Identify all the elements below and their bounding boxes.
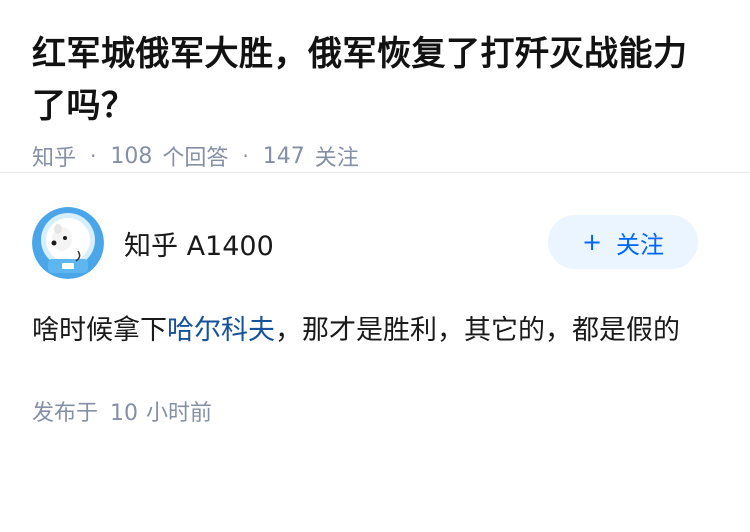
author-name[interactable]: 知乎 A1400 (124, 224, 274, 263)
content-text-after: ，那才是胜利，其它的，都是假的 (275, 315, 680, 346)
answer-content: 啥时候拿下哈尔科夫，那才是胜利，其它的，都是假的 (32, 307, 712, 355)
content-text-before: 啥时候拿下 (32, 315, 167, 346)
posted-value: 10 (110, 401, 139, 426)
follower-count-label: 关注 (314, 146, 359, 171)
posted-unit: 小时前 (146, 401, 213, 426)
meta-separator: · (90, 144, 97, 168)
question-title[interactable]: 红军城俄军大胜，俄军恢复了打歼灭战能力了吗？ (32, 28, 718, 132)
follow-button[interactable]: + 关注 (548, 215, 698, 269)
avatar[interactable] (32, 207, 104, 279)
plus-icon: + (581, 228, 603, 256)
meta-separator: · (242, 144, 249, 168)
follower-count: 147 (262, 143, 305, 169)
posted-label: 发布于 (32, 401, 99, 426)
answer-count-label[interactable]: 个回答 (162, 140, 228, 172)
answer-count: 108 (110, 143, 153, 169)
content-link-kharkiv[interactable]: 哈尔科夫 (167, 315, 275, 346)
answer-card: 知乎 A1400 + 关注 啥时候拿下哈尔科夫，那才是胜利，其它的，都是假的 发… (0, 173, 750, 427)
question-header: 红军城俄军大胜，俄军恢复了打歼灭战能力了吗？ 知乎 · 108 个回答 · 14… (0, 0, 750, 172)
question-meta: 知乎 · 108 个回答 · 147 关注 (32, 140, 718, 172)
follow-button-label: 关注 (616, 230, 665, 259)
astronaut-avatar-icon (32, 207, 104, 279)
posted-time: 发布于 10 小时前 (32, 395, 718, 427)
source-label[interactable]: 知乎 (32, 140, 76, 172)
